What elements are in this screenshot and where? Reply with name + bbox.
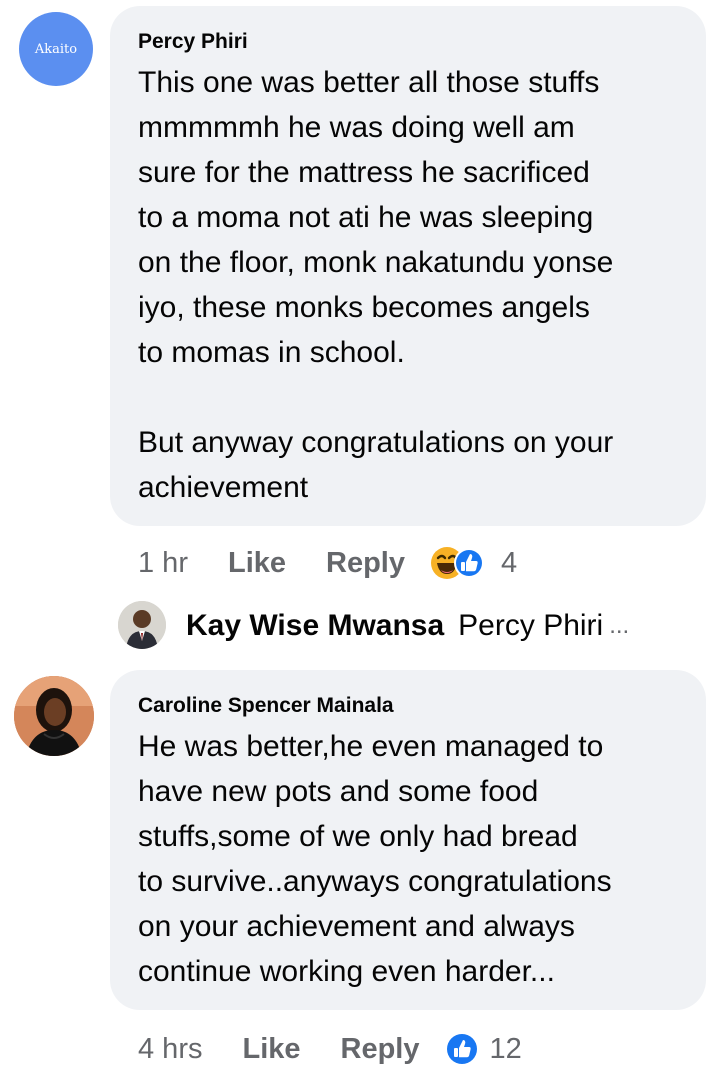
reply-button[interactable]: Reply — [341, 1033, 420, 1066]
reactions-summary[interactable] — [429, 545, 491, 581]
avatar[interactable]: Akaito — [19, 12, 93, 86]
reaction-count: 12 — [489, 1032, 522, 1065]
like-button[interactable]: Like — [242, 1033, 300, 1066]
like-icon — [454, 548, 484, 578]
reply-avatar[interactable] — [118, 601, 166, 649]
reply-snippet: Percy Phiri — [458, 609, 604, 642]
person-icon — [118, 601, 166, 649]
reply-preview[interactable]: Kay Wise Mwansa Percy Phiri ... — [186, 604, 629, 648]
comment-author[interactable]: Percy Phiri — [138, 28, 682, 56]
comment-timestamp[interactable]: 4 hrs — [138, 1033, 202, 1066]
reply-author[interactable]: Kay Wise Mwansa — [186, 609, 444, 643]
reaction-count: 4 — [501, 546, 518, 579]
comment-text: This one was better all those stuffs mmm… — [138, 66, 614, 504]
comment-timestamp[interactable]: 1 hr — [138, 547, 188, 580]
comment-bubble: Percy Phiri This one was better all thos… — [110, 6, 706, 526]
comments-thread: Akaito Percy Phiri This one was better a… — [0, 0, 720, 1072]
avatar[interactable] — [14, 676, 94, 756]
reply-ellipsis: ... — [609, 612, 630, 639]
avatar-label: Akaito — [34, 41, 78, 57]
like-icon — [446, 1034, 477, 1064]
reply-button[interactable]: Reply — [326, 547, 405, 580]
reactions-summary[interactable] — [444, 1031, 480, 1067]
comment-author[interactable]: Caroline Spencer Mainala — [138, 692, 682, 720]
haha-like-icons — [431, 547, 484, 579]
comment-bubble: Caroline Spencer Mainala He was better,h… — [110, 670, 706, 1010]
comment-actions: 4 hrs Like Reply 12 — [138, 1026, 522, 1072]
person-photo-icon — [14, 676, 94, 756]
like-button[interactable]: Like — [228, 547, 286, 580]
comment-actions: 1 hr Like Reply 4 — [138, 540, 517, 586]
comment-text: He was better,he even managed to have ne… — [138, 730, 612, 988]
